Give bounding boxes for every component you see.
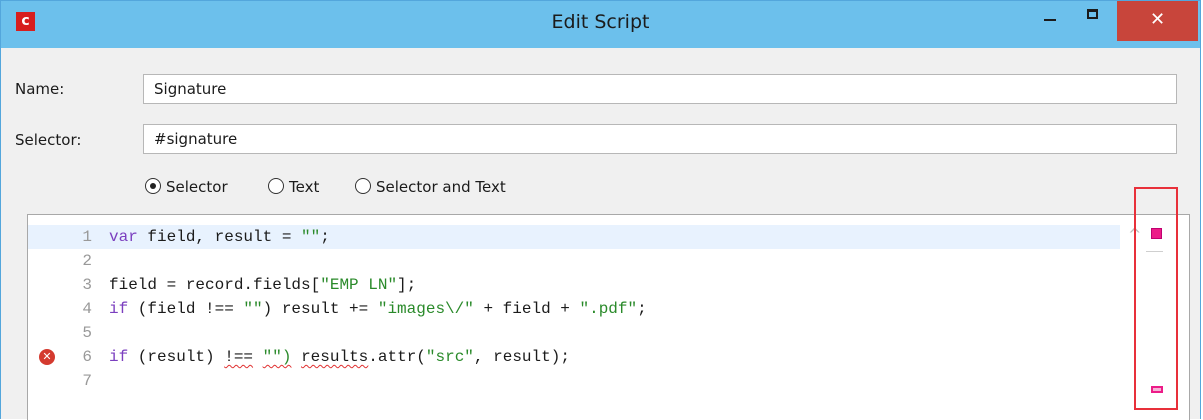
- code-token: ];: [397, 276, 417, 294]
- code-token: if: [109, 300, 129, 318]
- title-bar[interactable]: c Edit Script ✕: [1, 1, 1200, 48]
- minimize-icon: [1044, 19, 1056, 21]
- radio-label: Text: [289, 178, 320, 196]
- code-token: + field +: [473, 300, 580, 318]
- code-text: var field, result = "";: [109, 225, 330, 249]
- code-line[interactable]: 1 var field, result = "";: [28, 225, 1120, 249]
- radio-unselected-icon: [355, 178, 371, 194]
- code-line[interactable]: ✕ 6 if (result) !== "") results.attr("src"…: [28, 345, 1120, 369]
- code-token: !==: [224, 348, 254, 366]
- code-token: ) result +=: [262, 300, 378, 318]
- code-token: , result);: [473, 348, 570, 366]
- name-field[interactable]: Signature: [143, 74, 1177, 104]
- line-number: 1: [82, 228, 92, 246]
- radio-label: Selector and Text: [376, 178, 506, 196]
- code-text: if (result) !== "") results.attr("src", …: [109, 345, 570, 369]
- code-token: "images\/": [377, 300, 474, 318]
- line-number: 2: [82, 252, 92, 270]
- code-token: ;: [320, 228, 330, 246]
- code-token: .attr(: [368, 348, 426, 366]
- radio-unselected-icon: [268, 178, 284, 194]
- radio-selected-icon: [145, 178, 161, 194]
- edit-script-window: c Edit Script ✕ Name: Signature Selector…: [0, 0, 1201, 420]
- maximize-icon: [1087, 9, 1098, 19]
- code-token: var: [109, 228, 138, 246]
- maximize-button[interactable]: [1075, 1, 1111, 31]
- selector-field[interactable]: #signature: [143, 124, 1177, 154]
- code-token: "EMP LN": [320, 276, 398, 294]
- selector-label: Selector:: [15, 131, 82, 149]
- code-token: (result): [128, 348, 225, 366]
- line-number: 3: [82, 276, 92, 294]
- code-token: field, result =: [137, 228, 302, 246]
- code-token: (field !==: [128, 300, 244, 318]
- code-editor[interactable]: 7 ✕ 6 if (result) !== "") results.attr("src…: [27, 214, 1190, 420]
- name-label: Name:: [15, 80, 65, 98]
- line-number: 4: [82, 300, 92, 318]
- code-text: if (field !== "") result += "images\/" +…: [109, 297, 647, 321]
- error-icon[interactable]: ✕: [39, 349, 55, 365]
- code-token: ".pdf": [579, 300, 638, 318]
- code-token: if: [109, 348, 129, 366]
- window-title: Edit Script: [551, 11, 650, 33]
- code-text: field = record.fields["EMP LN"];: [109, 273, 416, 297]
- code-token: "src": [425, 348, 474, 366]
- close-button[interactable]: ✕: [1117, 1, 1198, 41]
- close-icon: ✕: [1149, 9, 1166, 30]
- code-token: results: [301, 348, 369, 366]
- code-token: ;: [637, 300, 647, 318]
- code-token: "": [243, 300, 263, 318]
- code-line[interactable]: 3 field = record.fields["EMP LN"];: [28, 273, 1120, 297]
- line-number: 6: [82, 348, 92, 366]
- code-line[interactable]: 7: [28, 369, 1120, 393]
- radio-label: Selector: [166, 178, 228, 196]
- line-number: 5: [82, 324, 92, 342]
- code-token: "": [301, 228, 321, 246]
- line-number: 7: [82, 372, 92, 390]
- code-token: ""): [262, 348, 292, 366]
- code-line[interactable]: 4 if (field !== "") result += "images\/" …: [28, 297, 1120, 321]
- code-line[interactable]: 5: [28, 321, 1120, 345]
- minimize-button[interactable]: [1032, 1, 1068, 31]
- annotation-highlight-box: [1134, 187, 1178, 410]
- code-line[interactable]: 2: [28, 249, 1120, 273]
- code-token: field = record.fields[: [109, 276, 321, 294]
